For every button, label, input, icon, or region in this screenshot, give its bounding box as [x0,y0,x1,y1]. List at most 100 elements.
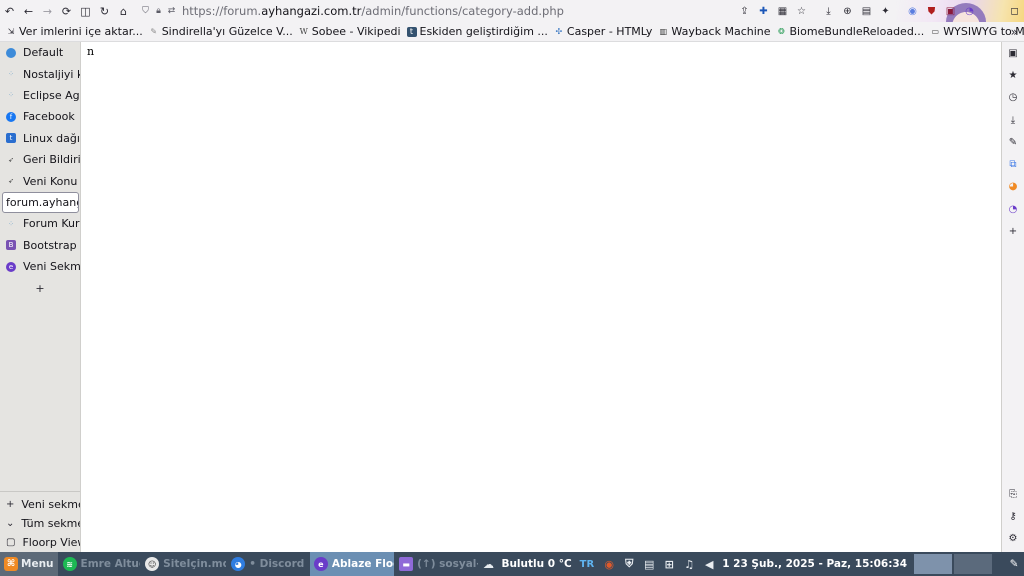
star-icon[interactable]: ★ [1002,64,1024,86]
download-icon[interactable]: ⤓ [819,1,838,21]
tab-item[interactable]: ➶ Veni Konu - [0,170,80,191]
facebook-icon: f [6,111,16,122]
sidebar-toggle-icon[interactable]: ◫ [76,1,95,21]
back-icon[interactable]: ← [19,1,38,21]
toolbar-actions: ⇪ ✚ ▦ ☆ ⤓ ⊕ ▤ ✦ ◉ ⛊ ▣ ◔ ◻ [735,0,1024,22]
chevron-down-icon: ⌄ [6,518,15,529]
home-icon[interactable]: ⌂ [114,1,133,21]
history-icon[interactable]: ◷ [1002,87,1024,109]
spotify-icon: ≋ [62,557,77,571]
os-taskbar: ⌘Menu ≋Emre Altuğ - ... ☺SiteIçin.md - .… [0,552,1024,576]
ublock-icon[interactable]: ⛊ [922,1,941,21]
biome-icon: ❂ [778,27,785,36]
volume-icon[interactable]: ◀ [699,552,719,576]
firefox-icon[interactable]: ◕ [1002,176,1024,198]
extensions-grid-icon[interactable]: ▦ [773,1,792,21]
clock-text[interactable]: 1 23 Şub., 2025 - Paz, 15:06:34 [719,558,910,570]
keyboard-layout[interactable]: TR [575,559,600,570]
lock-icon[interactable]: 🔒︎ [152,6,165,16]
task-item[interactable]: ▬(↑) sosyal-se... [395,552,478,576]
puzzle-icon[interactable]: ✦ [876,1,895,21]
cloud-icon[interactable]: ☁ [478,552,498,576]
bookmark-item[interactable]: W Sobee - Vikipedi [299,25,401,38]
window-minimize-icon[interactable]: ◻ [1005,1,1024,21]
forward-icon[interactable]: → [38,1,57,21]
reload-icon[interactable]: ⟳ [57,1,76,21]
import-icon: ⇲ [7,27,15,36]
task-item[interactable]: ◕• Discord | #... [227,552,309,576]
bookmark-item[interactable]: ✣ Casper - HTMLy [554,25,653,38]
tab-item[interactable]: B Bootstrap I [0,235,80,256]
flag-icon[interactable]: ✚ [754,1,773,21]
pen-icon[interactable]: ✎ [1004,552,1024,576]
shield-icon[interactable]: ⛉ [139,6,152,16]
workspace-switcher-active[interactable] [914,554,952,574]
new-tab-button[interactable]: + Veni sekme [0,495,80,514]
wikipedia-icon: W [299,27,308,36]
folder-icon: ▬ [399,557,414,571]
clipboard-icon[interactable]: ▤ [639,552,659,576]
tab-item[interactable]: f Facebook [0,106,80,127]
rocket-icon: ➶ [8,155,14,164]
workspace-switcher[interactable] [954,554,992,574]
refresh-icon[interactable]: ↻ [95,1,114,21]
right-panel-footer: ⎘ ⚷ ⚙ [1002,483,1024,550]
workspace-icon[interactable]: ⎘ [1002,483,1024,505]
floorp-icon: e [313,557,328,571]
tab-item[interactable]: ⁘ Forum Kura [0,213,80,234]
notes-icon[interactable]: ✎ [1002,131,1024,153]
task-item[interactable]: ☺SiteIçin.md - ... [141,552,226,576]
sidebar-footer: + Veni sekme ⌄ Tüm sekme ▢ Floorp View [0,491,80,552]
permissions-icon[interactable]: ⇄ [165,6,178,16]
account-icon[interactable]: ⊕ [838,1,857,21]
url-bar[interactable]: ⛉ 🔒︎ ⇄ https://forum.ayhangazi.com.tr/ad… [139,1,749,21]
start-menu-button[interactable]: ⌘ Menu [0,552,58,576]
profile-icon[interactable]: ◉ [903,1,922,21]
tab-item-active[interactable]: forum.ayhanga [2,191,79,214]
tab-item[interactable]: ⁘Nostaljiyi ko [0,63,80,84]
floorp-icon[interactable]: ◔ [1002,198,1024,220]
share-icon[interactable]: ⇪ [735,1,754,21]
menu-icon: ⌘ [4,557,18,571]
right-sidebar-panel: ▣ ★ ◷ ⤓ ✎ ⧉ ◕ ◔ + ⎘ ⚷ ⚙ [1001,42,1024,552]
bookmark-item[interactable]: ✎ Sindirella'yı Güzelce V... [149,25,292,38]
task-item-active[interactable]: eAblaze Floorp [309,552,395,576]
tab-item[interactable]: eVeni Sekme [0,256,80,277]
translate-icon[interactable]: ⧉ [1002,153,1024,175]
bookmark-item[interactable]: ❂ BiomeBundleReloaded... [777,25,924,38]
task-item[interactable]: ≋Emre Altuğ - ... [59,552,140,576]
tab-item[interactable]: Default [0,42,80,63]
weather-text[interactable]: Bulutlu 0 °C [498,558,574,570]
music-icon[interactable]: ♫ [679,552,699,576]
add-tab-button[interactable]: + [0,277,80,299]
system-tray: ☁ Bulutlu 0 °C TR ◉ ⛨ ▤ ⊞ ♫ ◀ 1 23 Şub.,… [478,552,1024,576]
network-icon[interactable]: ⊞ [659,552,679,576]
floorp-menu-icon[interactable]: ◔ [960,1,979,21]
undo-close-icon[interactable]: ↶ [0,1,19,21]
dots-icon: ⁘ [8,91,14,100]
addon-badge-icon[interactable]: ▣ [941,1,960,21]
browser-tray-icon[interactable]: ◉ [599,552,619,576]
page-content: n [81,42,1001,552]
gear-icon[interactable]: ⚙ [1002,528,1024,550]
shield-icon[interactable]: ⛨ [619,552,639,576]
bookmark-item[interactable]: ⇲ Ver imlerini içe aktar... [6,25,143,38]
tab-item[interactable]: ➶Geri Bildirim [0,149,80,170]
plus-icon[interactable]: + [1002,220,1024,242]
firefox-icon: ◕ [231,557,246,571]
bookmark-item[interactable]: t Eskiden geliştirdiğim ... [406,25,548,38]
bookmark-star-icon[interactable]: ☆ [792,1,811,21]
reader-icon[interactable]: ▤ [857,1,876,21]
download-icon[interactable]: ⤓ [1002,109,1024,131]
toolbox-icon[interactable]: ▣ [1002,42,1024,64]
key-icon[interactable]: ⚷ [1002,505,1024,527]
tab-item[interactable]: tLinux dağıtı [0,128,80,149]
floorp-view-button[interactable]: ▢ Floorp View [0,533,80,552]
chevron-more-icon[interactable]: » [1011,25,1018,39]
vertical-tab-sidebar: Default ⁘Nostaljiyi ko ⁘Eclipse Agen fFa… [0,42,81,552]
url-text[interactable]: https://forum.ayhangazi.com.tr/admin/fun… [182,4,564,18]
bootstrap-icon: B [6,240,16,251]
all-tabs-button[interactable]: ⌄ Tüm sekme [0,514,80,533]
bookmark-item[interactable]: ▥ Wayback Machine [658,25,771,38]
tab-item[interactable]: ⁘Eclipse Agen [0,85,80,106]
